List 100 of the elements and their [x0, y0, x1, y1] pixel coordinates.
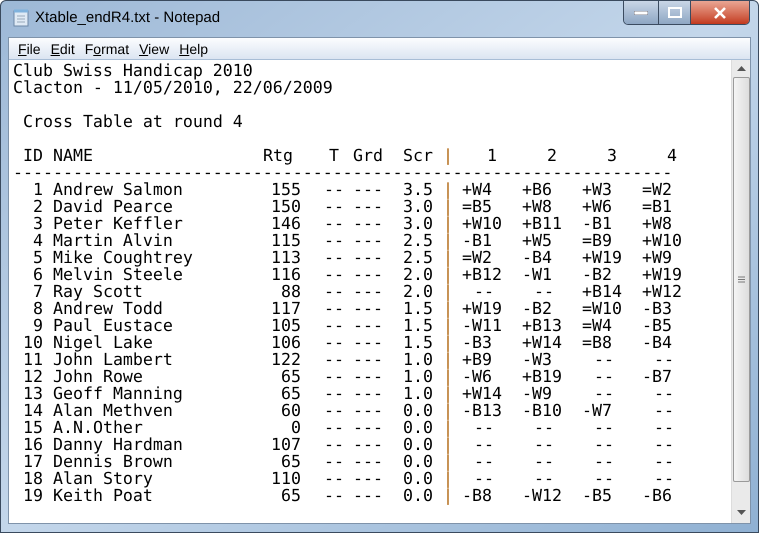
table-cell-text: -W11 — [462, 317, 503, 334]
table-cell: --- — [353, 487, 384, 504]
table-cell-text: 0.0 — [403, 402, 434, 419]
table-cell-text: 110 — [270, 470, 301, 487]
table-cell-text: -W9 — [522, 385, 553, 402]
table-cell-text: -- — [473, 283, 495, 300]
table-cell-text: -- — [653, 385, 675, 402]
column-separator: | — [443, 368, 453, 385]
table-cell-text: 2.5 — [403, 232, 434, 249]
table-cell-text: 12 — [22, 368, 43, 385]
table-cell-text: 2.0 — [403, 266, 434, 283]
table-cell: -- — [323, 334, 345, 351]
table-cell-text: 14 — [22, 402, 43, 419]
scroll-up-icon[interactable] — [736, 66, 746, 71]
menu-item[interactable]: Help — [174, 38, 213, 58]
table-cell: --- — [353, 334, 384, 351]
table-cell-text: -- — [473, 470, 495, 487]
table-cell-text: -- — [473, 453, 495, 470]
table-cell-text: +W10 — [642, 232, 683, 249]
table-cell-text: -- — [473, 419, 495, 436]
scroll-thumb[interactable] — [732, 77, 750, 482]
column-separator: | — [443, 198, 453, 215]
table-cell-text: David Pearce — [53, 198, 174, 215]
table-cell: --- — [353, 351, 384, 368]
table-cell-text: -B1 — [582, 215, 613, 232]
column-separator: | — [443, 385, 453, 402]
table-cell-text: -- — [473, 436, 495, 453]
table-cell-text: 0.0 — [403, 470, 434, 487]
table-cell-text: +W12 — [642, 283, 683, 300]
table-cell-text: Andrew Todd — [53, 300, 164, 317]
table-cell-text: 3.0 — [403, 215, 434, 232]
table-cell-text: =B8 — [582, 334, 613, 351]
column-separator: | — [443, 266, 453, 283]
table-cell-text: +B11 — [522, 215, 563, 232]
table-cell-text: =B9 — [582, 232, 613, 249]
table-cell-text: =W4 — [582, 317, 613, 334]
close-icon — [713, 6, 727, 18]
table-cell-text: 1.5 — [403, 300, 434, 317]
column-separator: | — [443, 249, 453, 266]
table-cell: --- — [353, 215, 384, 232]
column-header: Scr — [403, 147, 434, 164]
table-cell-text: 0.0 — [403, 436, 434, 453]
menu-item[interactable]: Format — [80, 38, 134, 58]
table-cell-text: -- — [593, 419, 615, 436]
table-cell-text: 65 — [280, 453, 301, 470]
table-cell: -- — [323, 470, 345, 487]
table-cell-text: 117 — [270, 300, 301, 317]
table-cell-text: -- — [653, 402, 675, 419]
table-cell-text: 2.0 — [403, 283, 434, 300]
table-cell-text: Nigel Lake — [53, 334, 154, 351]
table-cell-text: 107 — [270, 436, 301, 453]
table-cell-text: 1.0 — [403, 368, 434, 385]
table-cell: --- — [353, 436, 384, 453]
table-cell-text: 18 — [22, 470, 43, 487]
table-cell: --- — [353, 385, 384, 402]
table-cell-text: -- — [533, 453, 555, 470]
table-cell-text: 5 — [32, 249, 43, 266]
table-cell-text: -B13 — [462, 402, 503, 419]
close-button[interactable] — [691, 1, 749, 24]
table-cell-text: 3.0 — [403, 198, 434, 215]
table-cell-text: -B8 — [462, 487, 493, 504]
table-cell-text: 10 — [22, 334, 43, 351]
grip-icon — [738, 276, 744, 283]
table-cell-text: 1.5 — [403, 334, 434, 351]
table-cell-text: +B9 — [462, 351, 493, 368]
table-cell-text: 8 — [32, 300, 43, 317]
menu-item[interactable]: Edit — [46, 38, 80, 58]
table-cell-text: -- — [593, 368, 615, 385]
table-cell-text: -B1 — [462, 232, 493, 249]
table-cell: -- — [323, 453, 345, 470]
column-separator: | — [443, 470, 453, 487]
table-cell-text: -B2 — [582, 266, 613, 283]
table-cell: -- — [323, 266, 345, 283]
column-separator: | — [443, 147, 453, 164]
column-header: 3 — [606, 147, 618, 164]
table-cell-text: -- — [533, 470, 555, 487]
table-cell-text: -B3 — [642, 300, 673, 317]
table-cell-text: John Lambert — [53, 351, 174, 368]
menu-item[interactable]: View — [134, 38, 174, 58]
maximize-button[interactable] — [659, 1, 691, 24]
scroll-down-icon[interactable] — [736, 510, 746, 515]
table-cell-text: Paul Eustace — [53, 317, 174, 334]
column-separator: | — [443, 402, 453, 419]
minimize-button[interactable] — [624, 1, 659, 24]
table-cell-text: 7 — [32, 283, 43, 300]
scrollbar[interactable] — [731, 60, 750, 523]
table-cell-text: 0.0 — [403, 453, 434, 470]
table-cell-text: 60 — [280, 402, 301, 419]
table-cell-text: -W3 — [522, 351, 553, 368]
table-cell-text: +B12 — [462, 266, 503, 283]
table-cell-text: Mike Coughtrey — [53, 249, 194, 266]
table-cell-text: +W6 — [582, 198, 613, 215]
table-cell-text: 16 — [22, 436, 43, 453]
table-cell-text: Melvin Steele — [53, 266, 183, 283]
column-separator: | — [443, 283, 453, 300]
column-separator: | — [443, 300, 453, 317]
table-cell-text: -- — [653, 436, 675, 453]
menu-item[interactable]: File — [13, 38, 46, 58]
column-header: ID — [22, 147, 43, 164]
table-cell-text: -- — [533, 419, 555, 436]
